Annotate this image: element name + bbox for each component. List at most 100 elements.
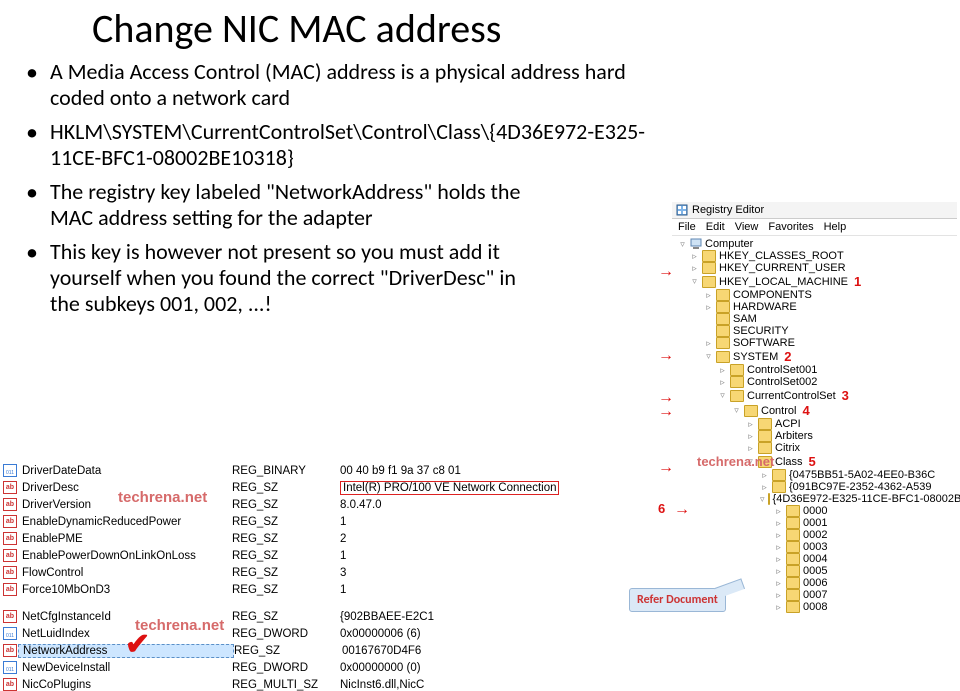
bullet-item: A Media Access Control (MAC) address is … <box>20 59 670 111</box>
tree-key[interactable]: SECURITY <box>676 325 957 337</box>
value-row[interactable]: abNicCoPluginsREG_MULTI_SZNicInst6.dll,N… <box>2 676 664 691</box>
tree-key[interactable]: ▿Control4 <box>676 403 957 418</box>
registry-values: 011DriverDateDataREG_BINARY00 40 b9 f1 9… <box>2 462 664 691</box>
svg-text:011: 011 <box>6 470 14 475</box>
string-icon: ab <box>3 481 17 494</box>
value-data: 00167670D4F6 <box>342 645 664 657</box>
watermark: techrena.net <box>118 489 207 506</box>
menu-file[interactable]: File <box>678 221 696 233</box>
value-row[interactable]: abEnablePowerDownOnLinkOnLossREG_SZ1 <box>2 547 664 564</box>
arrow-icon: → <box>658 348 674 364</box>
value-type: REG_DWORD <box>232 628 340 640</box>
watermark: techrena.net <box>697 454 774 469</box>
arrow-icon: → <box>658 404 674 420</box>
tree-key[interactable]: ▹COMPONENTS <box>676 289 957 301</box>
menu-favorites[interactable]: Favorites <box>768 221 813 233</box>
value-type: REG_SZ <box>232 499 340 511</box>
callout: Refer Document <box>629 588 726 612</box>
tree-key[interactable]: ▹HARDWARE <box>676 301 957 313</box>
value-type: REG_SZ <box>232 516 340 528</box>
menu-edit[interactable]: Edit <box>706 221 725 233</box>
value-name: EnablePowerDownOnLinkOnLoss <box>18 550 232 562</box>
tree-hive[interactable]: ▿HKEY_LOCAL_MACHINE1 <box>676 274 957 289</box>
value-type: REG_SZ <box>234 645 342 657</box>
menu-bar[interactable]: File Edit View Favorites Help <box>672 219 957 236</box>
tree-key[interactable]: ▹ACPI <box>676 418 957 430</box>
tree-subkey[interactable]: ▹0002 <box>676 529 957 541</box>
tree-key[interactable]: ▹Citrix <box>676 442 957 454</box>
value-data: {902BBAEE-E2C1 <box>340 611 664 623</box>
value-type: REG_SZ <box>232 550 340 562</box>
value-data: 1 <box>340 516 664 528</box>
value-row[interactable]: abDriverVersionREG_SZ8.0.47.0 <box>2 496 664 513</box>
svg-text:011: 011 <box>6 633 14 638</box>
binary-icon: 011 <box>3 464 17 477</box>
tree-root[interactable]: ▿Computer <box>676 238 957 250</box>
window-title: Registry Editor <box>692 204 764 216</box>
value-row[interactable]: abNetCfgInstanceIdREG_SZ{902BBAEE-E2C1 <box>2 608 664 625</box>
tree-key[interactable]: ▹SOFTWARE <box>676 337 957 349</box>
tree-key[interactable]: ▿CurrentControlSet3 <box>676 388 957 403</box>
menu-view[interactable]: View <box>735 221 759 233</box>
tree-key[interactable]: ▹{0475BB51-5A02-4EE0-B36C <box>676 469 957 481</box>
menu-help[interactable]: Help <box>824 221 847 233</box>
value-row[interactable]: abFlowControlREG_SZ3 <box>2 564 664 581</box>
value-row[interactable]: 011NetLuidIndexREG_DWORD0x00000006 (6) <box>2 625 664 642</box>
tree-key[interactable]: ▿{4D36E972-E325-11CE-BFC1-08002BE10318} <box>676 493 957 505</box>
value-data: 8.0.47.0 <box>340 499 664 511</box>
value-data: 2 <box>340 533 664 545</box>
value-name: EnablePME <box>18 533 232 545</box>
tree-key[interactable]: ▿SYSTEM2 <box>676 349 957 364</box>
value-data: 1 <box>340 550 664 562</box>
value-row[interactable]: abNetworkAddressREG_SZ00167670D4F6 <box>2 642 664 659</box>
tree-key[interactable]: ▹ControlSet002 <box>676 376 957 388</box>
arrow-icon: → <box>658 264 674 280</box>
tree-subkey[interactable]: ▹0004 <box>676 553 957 565</box>
string-icon: ab <box>3 583 17 596</box>
tree-subkey[interactable]: ▹0005 <box>676 565 957 577</box>
bullet-item: HKLM\SYSTEM\CurrentControlSet\Control\Cl… <box>20 119 670 171</box>
string-icon: ab <box>3 566 17 579</box>
tree-hive[interactable]: ▹HKEY_CLASSES_ROOT <box>676 250 957 262</box>
value-type: REG_SZ <box>232 482 340 494</box>
value-data: NicInst6.dll,NicC <box>340 679 664 691</box>
tree-subkey[interactable]: ▹0001 <box>676 517 957 529</box>
registry-tree[interactable]: ▿Computer ▹HKEY_CLASSES_ROOT ▹HKEY_CURRE… <box>672 236 957 615</box>
tree-key[interactable]: ▹ControlSet001 <box>676 364 957 376</box>
string-icon: ab <box>3 498 17 511</box>
value-type: REG_SZ <box>232 584 340 596</box>
value-name: Force10MbOnD3 <box>18 584 232 596</box>
value-name: DriverDateData <box>18 465 232 477</box>
string-icon: ab <box>3 549 17 562</box>
tree-key[interactable]: ▹{091BC97E-2352-4362-A539 <box>676 481 957 493</box>
value-row[interactable]: abEnablePMEREG_SZ2 <box>2 530 664 547</box>
value-name: FlowControl <box>18 567 232 579</box>
tree-subkey[interactable]: ▹0000 <box>676 505 957 517</box>
value-data: 0x00000006 (6) <box>340 628 664 640</box>
page-title: Change NIC MAC address <box>92 4 960 53</box>
bullet-list: A Media Access Control (MAC) address is … <box>20 59 670 317</box>
callout-text: Refer Document <box>629 588 726 612</box>
watermark: techrena.net <box>135 617 224 634</box>
value-row[interactable]: abEnableDynamicReducedPowerREG_SZ1 <box>2 513 664 530</box>
bullet-item: The registry key labeled "NetworkAddress… <box>20 179 530 231</box>
string-icon: ab <box>3 644 17 657</box>
tree-hive[interactable]: ▹HKEY_CURRENT_USER <box>676 262 957 274</box>
value-row[interactable]: abForce10MbOnD3REG_SZ1 <box>2 581 664 598</box>
tree-subkey[interactable]: ▹0003 <box>676 541 957 553</box>
value-row[interactable]: 011DriverDateDataREG_BINARY00 40 b9 f1 9… <box>2 462 664 479</box>
value-type: REG_DWORD <box>232 662 340 674</box>
tree-key[interactable]: SAM <box>676 313 957 325</box>
value-type: REG_MULTI_SZ <box>232 679 340 691</box>
arrow-icon: → <box>674 502 690 518</box>
value-type: REG_SZ <box>232 567 340 579</box>
tree-key[interactable]: ▹ArbitersArbiters <box>676 430 957 442</box>
binary-icon: 011 <box>3 661 17 674</box>
string-icon: ab <box>3 610 17 623</box>
collapse-icon[interactable]: ▿ <box>678 240 687 249</box>
string-icon: ab <box>3 532 17 545</box>
value-row[interactable]: 011NewDeviceInstallREG_DWORD0x00000000 (… <box>2 659 664 676</box>
value-row[interactable]: abDriverDescREG_SZIntel(R) PRO/100 VE Ne… <box>2 479 664 496</box>
value-data: 00 40 b9 f1 9a 37 c8 01 <box>340 465 664 477</box>
window-titlebar: Registry Editor <box>672 202 957 219</box>
